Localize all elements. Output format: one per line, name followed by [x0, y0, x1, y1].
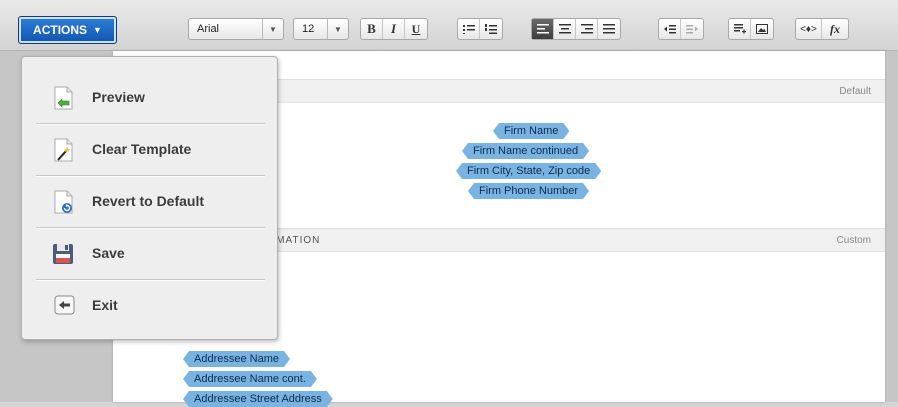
menu-item-preview[interactable]: Preview [22, 72, 279, 122]
menu-item-exit[interactable]: Exit [22, 280, 279, 330]
numbered-list-button[interactable] [480, 19, 502, 39]
image-icon [756, 24, 768, 34]
addressee-name-field[interactable]: Addressee Name [183, 351, 290, 367]
code-brackets-icon: <♦> [800, 23, 817, 35]
font-size-value: 12 [302, 23, 315, 35]
insert-group [728, 18, 774, 40]
actions-dropdown-menu: Preview Clear Template Revert to Default… [21, 56, 278, 340]
text-style-group: B I U [360, 18, 428, 40]
outdent-icon [663, 25, 676, 34]
indent-icon [686, 25, 698, 34]
menu-item-label: Exit [92, 297, 118, 313]
justify-button[interactable] [598, 19, 620, 39]
advanced-group: <♦> fx [795, 18, 849, 40]
actions-label: ACTIONS [33, 23, 88, 37]
bullet-list-button[interactable] [458, 19, 480, 39]
addressee-street-address-field[interactable]: Addressee Street Address [183, 391, 333, 407]
align-left-icon [536, 24, 549, 34]
exit-arrow-icon [54, 295, 76, 319]
bold-button[interactable]: B [361, 19, 383, 39]
align-right-icon [580, 24, 593, 34]
toolbar: ACTIONS ▼ Arial ▼ 12 ▼ B I U <♦> fx [0, 0, 898, 51]
actions-button[interactable]: ACTIONS ▼ [18, 16, 117, 44]
revert-page-icon [53, 190, 75, 214]
insert-image-button[interactable] [751, 19, 773, 39]
outdent-button[interactable] [659, 19, 681, 39]
preview-page-icon [53, 86, 75, 110]
italic-button[interactable]: I [383, 19, 405, 39]
menu-item-revert-to-default[interactable]: Revert to Default [22, 176, 279, 226]
indent-group [658, 18, 704, 40]
indent-button[interactable] [681, 19, 703, 39]
code-view-button[interactable]: <♦> [796, 19, 822, 39]
menu-item-clear-template[interactable]: Clear Template [22, 124, 279, 174]
caret-down-icon: ▼ [93, 25, 102, 35]
menu-item-label: Preview [92, 89, 145, 105]
bullet-list-icon [462, 25, 475, 34]
menu-item-label: Revert to Default [92, 193, 205, 209]
menu-item-label: Save [92, 245, 125, 261]
formula-button[interactable]: fx [822, 19, 848, 39]
list-group [457, 18, 503, 40]
section-tag: Default [839, 86, 871, 97]
align-center-icon [558, 24, 571, 34]
addressee-name-cont-field[interactable]: Addressee Name cont. [183, 371, 317, 387]
font-size-select[interactable]: 12 ▼ [293, 18, 349, 40]
align-left-button[interactable] [532, 19, 554, 39]
clear-wand-icon [53, 138, 75, 162]
section-tag: Custom [836, 235, 871, 246]
firm-city-state-zip-field[interactable]: Firm City, State, Zip code [456, 163, 601, 179]
floppy-disk-icon [52, 242, 74, 266]
insert-field-icon [733, 24, 746, 34]
menu-item-save[interactable]: Save [22, 228, 279, 278]
chevron-down-icon: ▼ [327, 19, 348, 39]
insert-field-button[interactable] [729, 19, 751, 39]
firm-phone-field[interactable]: Firm Phone Number [468, 183, 589, 199]
chevron-down-icon: ▼ [262, 19, 283, 39]
underline-button[interactable]: U [405, 19, 427, 39]
justify-icon [603, 24, 615, 34]
align-center-button[interactable] [554, 19, 576, 39]
font-family-select[interactable]: Arial ▼ [188, 18, 284, 40]
firm-name-continued-field[interactable]: Firm Name continued [462, 143, 589, 159]
menu-item-label: Clear Template [92, 141, 192, 157]
template-editor: ACTIONS ▼ Arial ▼ 12 ▼ B I U <♦> fx Defa… [0, 0, 898, 402]
align-right-button[interactable] [576, 19, 598, 39]
firm-name-field[interactable]: Firm Name [493, 123, 569, 139]
alignment-group [531, 18, 621, 40]
numbered-list-icon [485, 24, 497, 34]
font-family-value: Arial [197, 23, 220, 35]
